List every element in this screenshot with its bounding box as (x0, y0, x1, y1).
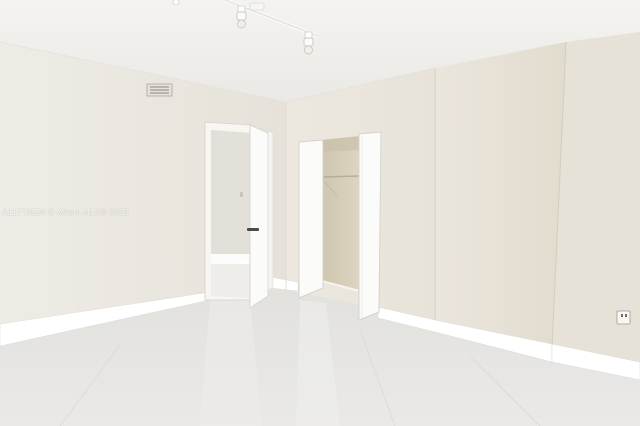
closet-opening (322, 136, 360, 290)
interior-door (249, 124, 269, 309)
room-photo: A11779524 © Miami MLS® 2025 (0, 0, 640, 426)
mls-watermark: A11779524 © Miami MLS® 2025 (2, 207, 129, 217)
closet-door-left (298, 139, 324, 299)
wall-outlet-icon (616, 310, 631, 325)
door-handle-icon (247, 228, 259, 231)
wall-column (435, 42, 566, 348)
closet-rod (322, 175, 360, 178)
